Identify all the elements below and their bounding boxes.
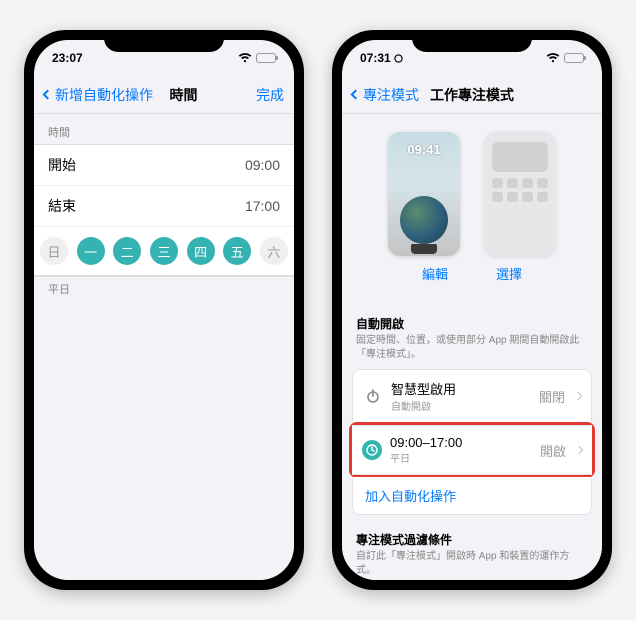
- day-wed[interactable]: 三: [150, 237, 178, 265]
- end-value: 17:00: [245, 198, 280, 214]
- schedule-group: 09:00–17:00 平日 開啟: [352, 425, 592, 475]
- schedule-value: 開啟: [540, 441, 566, 460]
- clock-icon: [362, 440, 382, 460]
- chevron-left-icon: [351, 90, 361, 100]
- foot-label: 平日: [34, 277, 294, 301]
- widget-placeholder: [492, 142, 548, 172]
- nav-title: 時間: [170, 85, 198, 105]
- globe-icon: [400, 196, 448, 244]
- day-fri[interactable]: 五: [223, 237, 251, 265]
- status-time: 07:31: [360, 51, 403, 65]
- highlight-schedule: 09:00–17:00 平日 開啟: [349, 422, 595, 478]
- lockscreen-preview[interactable]: 09:41: [388, 132, 460, 256]
- nav-title: 工作專注模式: [430, 85, 514, 105]
- focus-indicator-icon: [394, 54, 403, 63]
- section-sub-auto: 固定時間、位置，或使用部分 App 期間自動開啟此「專注模式」。: [342, 334, 602, 369]
- day-mon[interactable]: 一: [77, 237, 105, 265]
- smart-sub: 自動開啟: [391, 398, 531, 413]
- content-left: 時間 開始 09:00 結束 17:00 日 一 二 三 四 五 六: [34, 114, 294, 580]
- add-automation-link[interactable]: 加入自動化操作: [352, 477, 592, 515]
- status-time-txt: 07:31: [360, 51, 391, 65]
- end-label: 結束: [48, 196, 76, 216]
- nav-back-label: 專注模式: [363, 85, 419, 105]
- homescreen-icons: [492, 178, 548, 202]
- schedule-label: 09:00–17:00: [390, 435, 532, 450]
- time-group: 開始 09:00 結束 17:00 日 一 二 三 四 五 六: [34, 144, 294, 277]
- section-head-auto: 自動開啟: [342, 299, 602, 334]
- status-icons: [238, 53, 276, 63]
- nav-back[interactable]: 專注模式: [352, 85, 422, 105]
- edit-link[interactable]: 編輯: [422, 264, 448, 283]
- schedule-sub: 平日: [390, 450, 532, 465]
- start-cell[interactable]: 開始 09:00: [34, 145, 294, 186]
- notch: [104, 30, 224, 52]
- smart-value: 關閉: [539, 387, 565, 406]
- nav-back-label: 新增自動化操作: [55, 85, 153, 105]
- battery-icon: [256, 53, 276, 63]
- screen-left: 23:07 新增自動化操作 時間 完成 時間 開始 09:00: [34, 40, 294, 580]
- wifi-icon: [546, 53, 560, 63]
- schedule-cell[interactable]: 09:00–17:00 平日 開啟: [352, 426, 592, 474]
- homescreen-preview[interactable]: [484, 132, 556, 256]
- nav-back[interactable]: 新增自動化操作: [44, 85, 153, 105]
- day-thu[interactable]: 四: [187, 237, 215, 265]
- globe-stand: [411, 244, 437, 254]
- day-sun[interactable]: 日: [40, 237, 68, 265]
- day-row: 日 一 二 三 四 五 六: [34, 227, 294, 276]
- power-icon: [363, 386, 383, 406]
- auto-group-top: 智慧型啟用 自動開啟 關閉: [352, 369, 592, 423]
- smart-label: 智慧型啟用: [391, 379, 531, 398]
- start-value: 09:00: [245, 157, 280, 173]
- nav-done[interactable]: 完成: [214, 85, 284, 105]
- nav-bar: 專注模式 工作專注模式: [342, 76, 602, 114]
- battery-icon: [564, 53, 584, 63]
- day-tue[interactable]: 二: [113, 237, 141, 265]
- day-sat[interactable]: 六: [260, 237, 288, 265]
- choose-link[interactable]: 選擇: [496, 264, 522, 283]
- status-time: 23:07: [52, 51, 83, 65]
- lockscreen-clock: 09:41: [388, 142, 460, 157]
- section-label-time: 時間: [34, 114, 294, 144]
- smart-activation-cell[interactable]: 智慧型啟用 自動開啟 關閉: [353, 370, 591, 422]
- phone-right: 07:31 專注模式 工作專注模式 09:41: [332, 30, 612, 590]
- status-icons: [546, 53, 584, 63]
- phone-left: 23:07 新增自動化操作 時間 完成 時間 開始 09:00: [24, 30, 304, 590]
- chevron-right-icon: [575, 446, 583, 454]
- start-label: 開始: [48, 155, 76, 175]
- wifi-icon: [238, 53, 252, 63]
- nav-bar: 新增自動化操作 時間 完成: [34, 76, 294, 114]
- chevron-right-icon: [574, 392, 582, 400]
- nav-done-label: 完成: [256, 85, 284, 105]
- chevron-left-icon: [43, 90, 53, 100]
- end-cell[interactable]: 結束 17:00: [34, 186, 294, 227]
- preview-row: 09:41: [342, 114, 602, 264]
- section-head-filter: 專注模式過濾條件: [342, 515, 602, 550]
- section-sub-filter: 自訂此「專注模式」開啟時 App 和裝置的運作方式。: [342, 550, 602, 580]
- preview-labels: 編輯 選擇: [342, 264, 602, 299]
- screen-right: 07:31 專注模式 工作專注模式 09:41: [342, 40, 602, 580]
- notch: [412, 30, 532, 52]
- content-right[interactable]: 09:41 編輯 選擇 自動開啟 固定時間、位置，或使用部分 App: [342, 114, 602, 580]
